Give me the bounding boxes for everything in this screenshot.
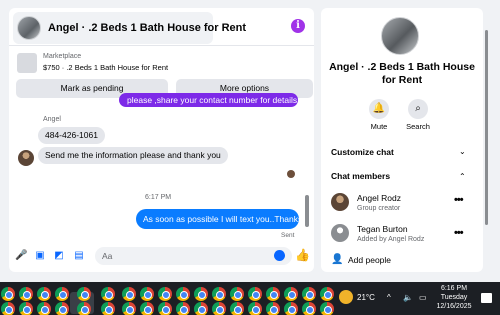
incoming-message-phone: 484-426-1061 — [38, 127, 105, 144]
add-people-button[interactable]: Add people — [348, 255, 391, 265]
thumbs-up-icon[interactable]: 👍 — [295, 248, 310, 262]
chat-members-section[interactable]: Chat members — [331, 171, 390, 181]
gif-icon[interactable]: ▤ — [73, 250, 85, 262]
chat-title: Angel · .2 Beds 1 Bath House for Rent — [48, 22, 247, 34]
message-input[interactable]: Aa — [95, 247, 292, 265]
search-icon: ⌕ — [408, 99, 428, 119]
chat-title-button[interactable]: Angel · .2 Beds 1 Bath House for Rent — [13, 12, 246, 44]
search-label: Search — [406, 122, 430, 131]
search-button[interactable]: ⌕ Search — [398, 99, 438, 131]
chrome-icon[interactable] — [320, 287, 334, 301]
microphone-icon[interactable]: 🎤 — [15, 250, 27, 262]
chrome-icon[interactable] — [19, 302, 33, 315]
outgoing-message-reply: As soon as possible I will text you..Tha… — [136, 209, 302, 229]
chrome-icon[interactable] — [248, 287, 262, 301]
chrome-icon[interactable] — [266, 287, 280, 301]
member-added-by: Added by Angel Rodz — [357, 236, 425, 243]
mute-label: Mute — [370, 122, 388, 131]
chrome-icon[interactable] — [176, 287, 190, 301]
chrome-icon[interactable] — [55, 287, 69, 301]
message-timestamp: 6:17 PM — [145, 194, 172, 201]
emoji-icon[interactable] — [274, 250, 285, 261]
chrome-icon[interactable] — [212, 287, 226, 301]
marketplace-label: Marketplace — [43, 53, 82, 60]
outgoing-message: please ,share your contact number for de… — [119, 93, 299, 107]
chrome-icon[interactable] — [122, 287, 136, 301]
chrome-icon[interactable] — [77, 287, 91, 301]
chrome-icon[interactable] — [212, 302, 226, 315]
conversation-name: Angel · .2 Beds 1 Bath House for Rent — [329, 61, 475, 86]
conversation-avatar — [381, 17, 419, 55]
member-name[interactable]: Tegan Burton — [357, 224, 408, 234]
chrome-icon[interactable] — [230, 287, 244, 301]
more-icon[interactable]: ••• — [454, 194, 464, 206]
chrome-icon[interactable] — [1, 302, 15, 315]
chevron-up-icon[interactable]: ⌃ — [459, 172, 466, 181]
mute-button[interactable]: 🔔 Mute — [359, 99, 399, 131]
listing-avatar — [17, 16, 41, 40]
temperature[interactable]: 21°C — [357, 293, 375, 302]
chrome-icon[interactable] — [55, 302, 69, 315]
chrome-icon[interactable] — [176, 302, 190, 315]
photo-icon[interactable]: ▣ — [34, 250, 46, 262]
member-avatar[interactable] — [331, 193, 349, 211]
add-person-icon[interactable]: 👤 — [331, 254, 343, 265]
chrome-icon[interactable] — [158, 302, 172, 315]
chrome-icon[interactable] — [37, 302, 51, 315]
system-clock[interactable]: 6:16 PM Tuesday 12/16/2025 — [432, 284, 476, 311]
chrome-icon[interactable] — [158, 287, 172, 301]
network-icon[interactable]: ▭ — [419, 293, 427, 302]
clock-date: 12/16/2025 — [436, 303, 472, 310]
chrome-icon[interactable] — [37, 287, 51, 301]
chrome-icon[interactable] — [194, 302, 208, 315]
customize-chat-section[interactable]: Customize chat — [331, 147, 394, 157]
sent-status: Sent — [281, 232, 295, 239]
chrome-icon[interactable] — [101, 302, 115, 315]
chrome-icon[interactable] — [302, 302, 316, 315]
chrome-icon[interactable] — [194, 287, 208, 301]
listing-thumbnail — [17, 53, 37, 73]
chrome-icon[interactable] — [140, 302, 154, 315]
chrome-icon[interactable] — [248, 302, 262, 315]
chrome-icon[interactable] — [284, 287, 298, 301]
chat-scrollbar[interactable] — [305, 195, 309, 227]
weather-icon[interactable] — [339, 290, 353, 304]
sender-name: Angel — [43, 116, 61, 123]
info-icon[interactable]: i — [291, 19, 305, 33]
chrome-icon[interactable] — [19, 287, 33, 301]
read-receipt-avatar — [287, 170, 295, 178]
incoming-message-request: Send me the information please and thank… — [38, 147, 228, 164]
member-avatar[interactable] — [331, 224, 349, 242]
member-name[interactable]: Angel Rodz — [357, 193, 401, 203]
sticker-icon[interactable]: ◩ — [53, 250, 65, 262]
clock-day: Tuesday — [440, 294, 468, 301]
chevron-down-icon[interactable]: ⌄ — [459, 147, 466, 156]
chrome-icon[interactable] — [284, 302, 298, 315]
sender-avatar[interactable] — [18, 150, 34, 166]
chevron-up-icon[interactable]: ^ — [387, 293, 391, 302]
chrome-icon[interactable] — [266, 302, 280, 315]
clock-time: 6:16 PM — [440, 285, 468, 292]
member-role: Group creator — [357, 205, 401, 212]
more-icon[interactable]: ••• — [454, 227, 464, 239]
notification-icon[interactable] — [481, 293, 492, 303]
volume-icon[interactable]: 🔈 — [403, 293, 413, 302]
chrome-icon[interactable] — [1, 287, 15, 301]
chrome-icon[interactable] — [140, 287, 154, 301]
chrome-icon[interactable] — [77, 302, 91, 315]
bell-icon: 🔔 — [369, 99, 389, 119]
chrome-icon[interactable] — [302, 287, 316, 301]
chrome-icon[interactable] — [230, 302, 244, 315]
listing-title[interactable]: $750 · .2 Beds 1 Bath House for Rent — [43, 63, 168, 72]
chat-header: Angel · .2 Beds 1 Bath House for Rent i — [9, 8, 314, 46]
chrome-icon[interactable] — [101, 287, 115, 301]
chrome-icon[interactable] — [122, 302, 136, 315]
chrome-icon[interactable] — [320, 302, 334, 315]
details-scrollbar[interactable] — [485, 30, 488, 225]
